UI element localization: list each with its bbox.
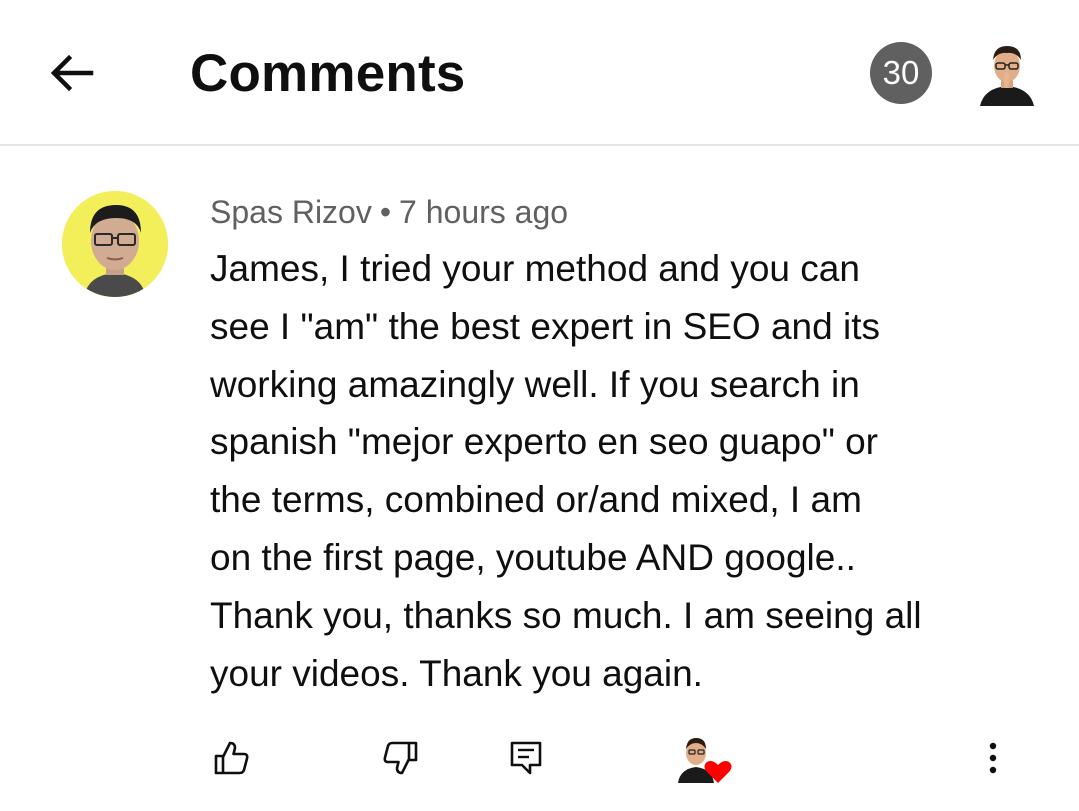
dislike-button[interactable]: [370, 728, 430, 788]
comment-card: Spas Rizov • 7 hours ago James, I tried yo…: [0, 148, 1079, 811]
reply-button[interactable]: [496, 728, 556, 788]
meta-separator: •: [379, 194, 392, 230]
commenter-avatar[interactable]: [62, 191, 168, 297]
thumbs-up-icon: [214, 741, 249, 775]
comments-header: Comments 30: [0, 0, 1079, 146]
creator-heart-badge: [668, 728, 738, 788]
comment-timestamp: 7 hours ago: [399, 194, 569, 230]
page-title: Comments: [190, 44, 466, 103]
arrow-left-icon: [50, 54, 94, 92]
back-button[interactable]: [38, 40, 104, 106]
more-options-button[interactable]: [963, 728, 1023, 788]
comment-meta: Spas Rizov • 7 hours ago: [210, 192, 568, 232]
comment-body: James, I tried your method and you can s…: [210, 248, 922, 694]
creator-heart-icon: [678, 738, 732, 783]
comment-author[interactable]: Spas Rizov: [210, 194, 372, 230]
like-button[interactable]: [202, 728, 262, 788]
more-vertical-icon: [989, 742, 997, 774]
thumbs-down-icon: [383, 741, 418, 775]
profile-avatar[interactable]: [972, 38, 1042, 108]
reply-icon: [510, 741, 542, 775]
comment-actions: [0, 728, 1079, 798]
comment-count-badge: 30: [870, 42, 932, 104]
